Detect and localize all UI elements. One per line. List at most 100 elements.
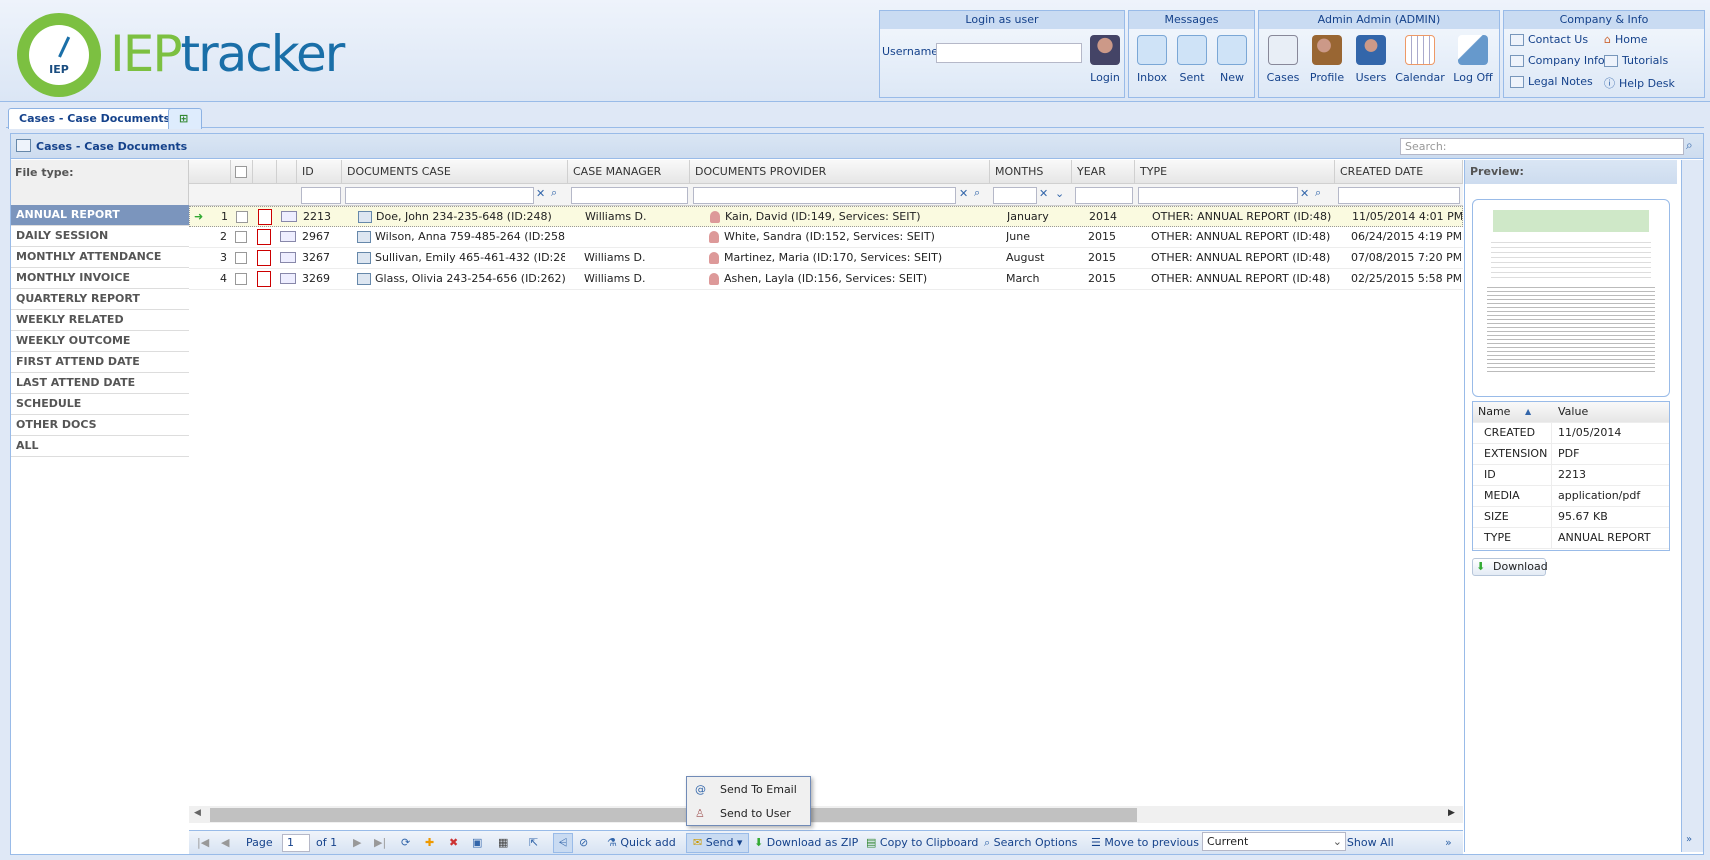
- document-thumbnail[interactable]: [1472, 199, 1670, 397]
- search-icon[interactable]: ⌕: [1686, 138, 1693, 153]
- file-type-item[interactable]: MONTHLY INVOICE: [11, 268, 189, 289]
- pdf-icon[interactable]: [257, 271, 271, 287]
- clear-filters-icon[interactable]: ⊘: [579, 831, 588, 855]
- col-documents-case[interactable]: DOCUMENTS CASE: [342, 160, 568, 184]
- chevron-down-icon[interactable]: ⌄: [1055, 187, 1064, 200]
- row-checkbox[interactable]: [235, 273, 247, 285]
- cell-case[interactable]: Glass, Olivia 243-254-656 (ID:262): [375, 269, 565, 289]
- quick-add-button[interactable]: ⚗ Quick add: [607, 831, 676, 855]
- next-page-icon[interactable]: ▶: [353, 831, 361, 855]
- cell-provider[interactable]: White, Sandra (ID:152, Services: SEIT): [724, 227, 989, 247]
- add-tab-button[interactable]: ⊞: [168, 108, 202, 129]
- filter-case[interactable]: [345, 187, 534, 204]
- delete-icon[interactable]: ✖: [449, 831, 458, 855]
- filter-manager[interactable]: [571, 187, 688, 204]
- search-filter-icon[interactable]: ⌕: [974, 186, 980, 200]
- file-type-item[interactable]: LAST ATTEND DATE: [11, 373, 189, 394]
- download-button[interactable]: ⬇ Download: [1472, 558, 1548, 576]
- more-icon[interactable]: »: [1445, 831, 1452, 855]
- filter-months[interactable]: [993, 187, 1037, 204]
- calendar-button[interactable]: Calendar: [1395, 35, 1445, 84]
- row-checkbox[interactable]: [236, 211, 248, 223]
- table-row[interactable]: 4 3269 Glass, Olivia 243-254-656 (ID:262) W…: [189, 269, 1463, 290]
- file-type-item[interactable]: MONTHLY ATTENDANCE: [11, 247, 189, 268]
- legal-notes-link[interactable]: Legal Notes: [1510, 75, 1593, 88]
- cases-button[interactable]: Cases: [1263, 35, 1303, 84]
- sent-button[interactable]: Sent: [1173, 35, 1211, 84]
- file-type-item[interactable]: QUARTERLY REPORT: [11, 289, 189, 310]
- col-year[interactable]: YEAR: [1072, 160, 1135, 184]
- table-row[interactable]: 3 3267 Sullivan, Emily 465-461-432 (ID:284…: [189, 248, 1463, 269]
- col-months[interactable]: MONTHS: [990, 160, 1072, 184]
- search-filter-icon[interactable]: ⌕: [551, 186, 557, 200]
- send-button[interactable]: ✉ Send ▾: [686, 833, 750, 853]
- col-created-date[interactable]: CREATED DATE: [1335, 160, 1463, 184]
- scroll-right-icon[interactable]: ▶: [1448, 808, 1455, 818]
- filter-type[interactable]: [1138, 187, 1298, 204]
- file-type-item[interactable]: ALL: [11, 436, 189, 457]
- contact-us-link[interactable]: Contact Us: [1510, 33, 1588, 46]
- mail-icon[interactable]: [280, 273, 296, 284]
- download-zip-button[interactable]: ⬇ Download as ZIP: [754, 831, 858, 855]
- home-link[interactable]: ⌂ Home: [1604, 33, 1647, 46]
- tutorials-link[interactable]: Tutorials: [1604, 54, 1668, 67]
- columns-icon[interactable]: ▦: [498, 831, 508, 855]
- search-options-button[interactable]: ⌕ Search Options: [984, 831, 1077, 855]
- sort-asc-icon[interactable]: ▲: [1525, 402, 1531, 422]
- cell-provider[interactable]: Kain, David (ID:149, Services: SEIT): [725, 207, 990, 227]
- filter-created[interactable]: [1338, 187, 1460, 204]
- file-type-item[interactable]: SCHEDULE: [11, 394, 189, 415]
- refresh-icon[interactable]: ⟳: [401, 831, 410, 855]
- right-collapse-strip[interactable]: [1681, 160, 1703, 852]
- move-target-select[interactable]: Current ⌄: [1202, 832, 1346, 851]
- users-button[interactable]: Users: [1351, 35, 1391, 84]
- file-type-item[interactable]: WEEKLY OUTCOME: [11, 331, 189, 352]
- clear-filter-icon[interactable]: ✕: [1300, 187, 1309, 200]
- pdf-icon[interactable]: [257, 250, 271, 266]
- search-input[interactable]: Search:: [1400, 138, 1684, 155]
- select-icon[interactable]: ⇱: [529, 831, 538, 855]
- row-checkbox[interactable]: [235, 252, 247, 264]
- send-to-email-item[interactable]: @ Send To Email: [687, 778, 810, 802]
- scroll-left-icon[interactable]: ◀: [194, 808, 201, 818]
- select-all-checkbox[interactable]: [231, 160, 253, 184]
- cell-case[interactable]: Doe, John 234-235-648 (ID:248): [376, 207, 566, 227]
- search-filter-icon[interactable]: ⌕: [1315, 186, 1321, 200]
- clear-filter-icon[interactable]: ✕: [1039, 187, 1048, 200]
- scrollbar-thumb[interactable]: [210, 808, 1137, 822]
- cell-provider[interactable]: Martinez, Maria (ID:170, Services: SEIT): [724, 248, 989, 268]
- help-desk-link[interactable]: ⓘ Help Desk: [1604, 75, 1675, 91]
- mail-icon[interactable]: [281, 211, 297, 222]
- add-icon[interactable]: ✚: [425, 831, 434, 855]
- logoff-button[interactable]: Log Off: [1449, 35, 1497, 84]
- col-case-manager[interactable]: CASE MANAGER: [568, 160, 690, 184]
- cell-case[interactable]: Wilson, Anna 759-485-264 (ID:258): [375, 227, 565, 247]
- col-id[interactable]: ID: [297, 160, 342, 184]
- filter-id[interactable]: [301, 187, 341, 204]
- filter-icon[interactable]: ⩤: [553, 833, 573, 853]
- mail-icon[interactable]: [280, 231, 296, 242]
- col-documents-provider[interactable]: DOCUMENTS PROVIDER: [690, 160, 990, 184]
- filter-provider[interactable]: [693, 187, 956, 204]
- mail-icon[interactable]: [280, 252, 296, 263]
- file-type-item[interactable]: OTHER DOCS: [11, 415, 189, 436]
- tab-cases-documents[interactable]: Cases - Case Documents: [8, 108, 182, 129]
- new-message-button[interactable]: New: [1213, 35, 1251, 84]
- save-icon[interactable]: ▣: [472, 831, 482, 855]
- send-to-user-item[interactable]: ♙ Send to User: [687, 802, 810, 826]
- file-type-item[interactable]: FIRST ATTEND DATE: [11, 352, 189, 373]
- page-input[interactable]: 1: [282, 834, 310, 852]
- file-type-item[interactable]: ANNUAL REPORT: [11, 205, 189, 226]
- username-input[interactable]: [936, 43, 1082, 63]
- table-row[interactable]: 2 2967 Wilson, Anna 759-485-264 (ID:258) Wh…: [189, 227, 1463, 248]
- col-type[interactable]: TYPE: [1135, 160, 1335, 184]
- cell-case[interactable]: Sullivan, Emily 465-461-432 (ID:284): [375, 248, 565, 268]
- last-page-icon[interactable]: ▶|: [374, 831, 386, 855]
- file-type-item[interactable]: WEEKLY RELATED ACTIVITIES: [11, 310, 189, 346]
- cell-provider[interactable]: Ashen, Layla (ID:156, Services: SEIT): [724, 269, 989, 289]
- copy-clipboard-button[interactable]: ▤ Copy to Clipboard: [866, 831, 978, 855]
- clear-filter-icon[interactable]: ✕: [959, 187, 968, 200]
- expand-icon[interactable]: »: [1686, 834, 1692, 845]
- move-previous-button[interactable]: ☰ Move to previous: [1091, 831, 1199, 855]
- row-checkbox[interactable]: [235, 231, 247, 243]
